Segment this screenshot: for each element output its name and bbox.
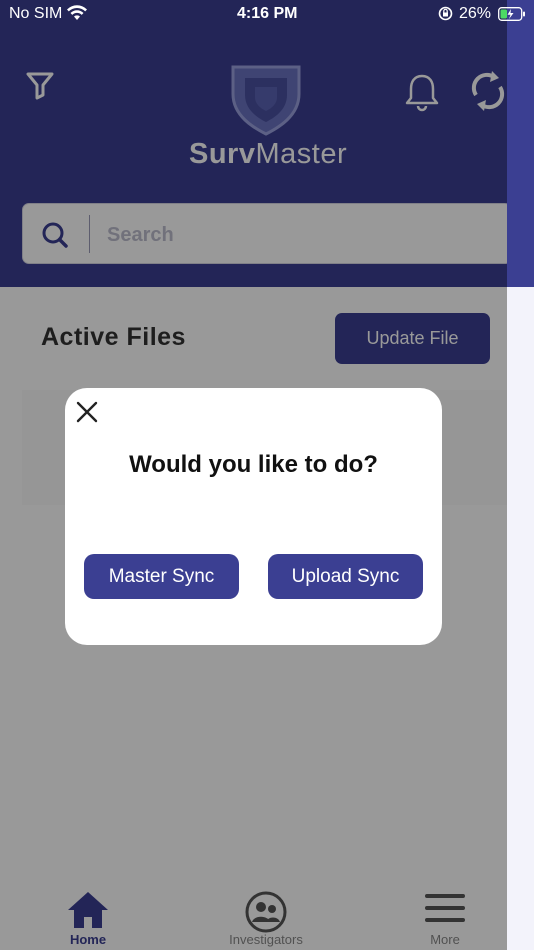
app-screen: SurvMaster Active Files Update File Home… — [0, 0, 507, 950]
master-sync-button[interactable]: Master Sync — [84, 554, 239, 599]
upload-sync-button[interactable]: Upload Sync — [268, 554, 423, 599]
sync-dialog: Would you like to do? Master Sync Upload… — [65, 388, 442, 645]
wifi-icon — [66, 5, 88, 26]
status-bar: No SIM 4:16 PM 26% — [0, 0, 534, 30]
dialog-title: Would you like to do? — [129, 451, 378, 478]
side-strip-header — [507, 0, 534, 287]
clock: 4:16 PM — [237, 5, 298, 22]
battery-charging-icon — [498, 7, 526, 26]
side-strip — [507, 0, 534, 950]
carrier-label: No SIM — [9, 5, 63, 22]
battery-percent: 26% — [459, 5, 492, 22]
rotation-lock-icon — [438, 6, 453, 26]
close-icon[interactable] — [76, 401, 98, 428]
